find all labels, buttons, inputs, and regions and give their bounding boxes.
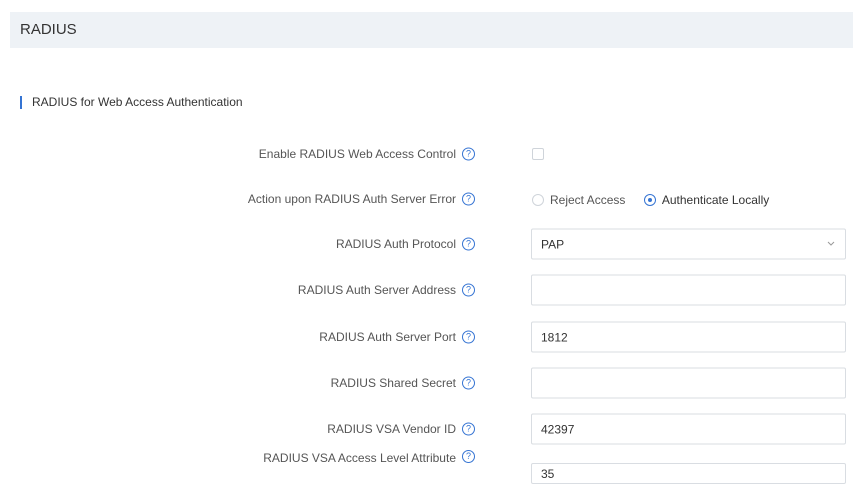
server-port-input[interactable] bbox=[531, 321, 846, 353]
shared-secret-label: RADIUS Shared Secret bbox=[330, 376, 456, 390]
page-title: RADIUS bbox=[20, 21, 77, 38]
reject-access-radio[interactable] bbox=[532, 193, 544, 206]
help-icon[interactable]: ? bbox=[462, 376, 475, 390]
auth-protocol-label: RADIUS Auth Protocol bbox=[335, 237, 456, 251]
shared-secret-input[interactable] bbox=[531, 367, 846, 399]
shared-secret-row: RADIUS Shared Secret ? bbox=[0, 363, 854, 403]
server-address-row: RADIUS Auth Server Address ? bbox=[0, 270, 854, 310]
reject-access-label: Reject Access bbox=[550, 192, 626, 207]
enable-radius-label: Enable RADIUS Web Access Control bbox=[258, 147, 456, 161]
enable-radius-row: Enable RADIUS Web Access Control ? bbox=[0, 134, 854, 174]
help-icon[interactable]: ? bbox=[462, 450, 475, 463]
server-port-label: RADIUS Auth Server Port bbox=[319, 330, 456, 344]
vsa-access-level-input[interactable] bbox=[531, 463, 846, 484]
authenticate-locally-radio[interactable] bbox=[643, 193, 656, 206]
vsa-access-level-row: RADIUS VSA Access Level Attribute ? bbox=[0, 443, 854, 484]
help-icon[interactable]: ? bbox=[462, 237, 475, 251]
vsa-vendor-id-input[interactable] bbox=[531, 413, 846, 445]
page-header: RADIUS bbox=[10, 12, 853, 48]
help-icon[interactable]: ? bbox=[462, 283, 475, 297]
enable-radius-checkbox[interactable] bbox=[532, 148, 544, 160]
help-icon[interactable]: ? bbox=[462, 422, 475, 436]
help-icon[interactable]: ? bbox=[462, 147, 475, 161]
reject-access-option[interactable]: Reject Access bbox=[532, 191, 625, 209]
auth-protocol-row: RADIUS Auth Protocol ? PAP bbox=[0, 224, 854, 264]
auth-protocol-value: PAP bbox=[541, 237, 565, 252]
server-address-label: RADIUS Auth Server Address bbox=[297, 283, 456, 297]
server-address-input[interactable] bbox=[531, 274, 846, 306]
section-title: RADIUS for Web Access Authentication bbox=[32, 95, 243, 109]
server-port-row: RADIUS Auth Server Port ? bbox=[0, 317, 854, 357]
vsa-access-level-label: RADIUS VSA Access Level Attribute bbox=[263, 451, 456, 465]
chevron-down-icon bbox=[827, 241, 835, 246]
auth-protocol-select[interactable]: PAP bbox=[531, 228, 846, 260]
radius-settings-page: RADIUS RADIUS for Web Access Authenticat… bbox=[0, 0, 854, 484]
server-error-action-row: Action upon RADIUS Auth Server Error ? R… bbox=[0, 179, 854, 219]
help-icon[interactable]: ? bbox=[462, 330, 475, 344]
server-error-action-radio-group: Reject Access Authenticate Locally bbox=[532, 191, 783, 207]
section-accent-bar bbox=[20, 96, 22, 109]
authenticate-locally-label: Authenticate Locally bbox=[661, 192, 770, 207]
server-error-action-label: Action upon RADIUS Auth Server Error bbox=[247, 192, 456, 206]
vsa-vendor-id-label: RADIUS VSA Vendor ID bbox=[327, 422, 456, 436]
help-icon[interactable]: ? bbox=[462, 192, 475, 206]
authenticate-locally-option[interactable]: Authenticate Locally bbox=[643, 191, 770, 209]
